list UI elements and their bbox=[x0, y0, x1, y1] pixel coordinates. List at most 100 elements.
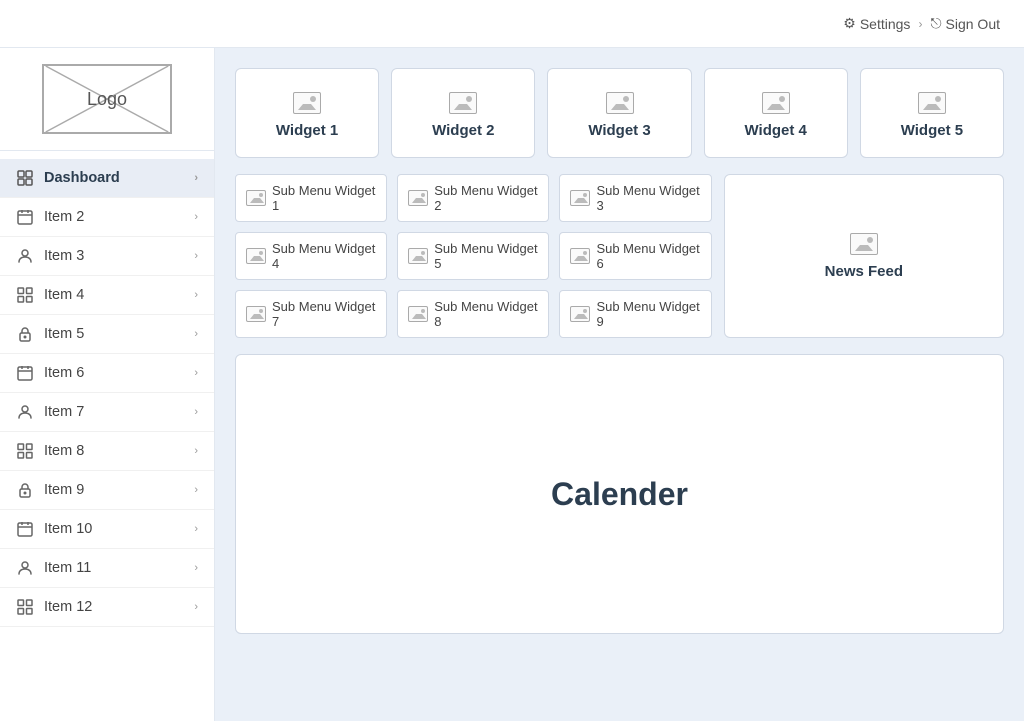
widget-image-icon-w2 bbox=[449, 92, 477, 114]
chevron-icon-item9: › bbox=[194, 484, 198, 496]
calendar-card[interactable]: Calender bbox=[235, 354, 1004, 634]
sidebar-item-item6[interactable]: Item 6› bbox=[0, 354, 214, 393]
topbar-separator: › bbox=[918, 17, 922, 31]
sub-widget-card-sw6[interactable]: Sub Menu Widget 6 bbox=[559, 232, 711, 280]
sub-widget-image-icon-sw7 bbox=[246, 306, 266, 322]
sub-widget-label-sw1: Sub Menu Widget 1 bbox=[272, 183, 376, 213]
sidebar-label-item3: Item 3 bbox=[44, 248, 194, 264]
person-icon bbox=[16, 403, 34, 421]
sidebar-item-item10[interactable]: Item 10› bbox=[0, 510, 214, 549]
sub-widget-label-sw8: Sub Menu Widget 8 bbox=[434, 299, 538, 329]
chevron-icon-item2: › bbox=[194, 211, 198, 223]
sidebar-item-item3[interactable]: Item 3› bbox=[0, 237, 214, 276]
logo-area: Logo bbox=[0, 48, 214, 151]
sub-widget-card-sw9[interactable]: Sub Menu Widget 9 bbox=[559, 290, 711, 338]
sub-widget-card-sw4[interactable]: Sub Menu Widget 4 bbox=[235, 232, 387, 280]
widget-image-icon-w1 bbox=[293, 92, 321, 114]
sidebar-label-item11: Item 11 bbox=[44, 560, 194, 576]
sidebar-label-dashboard: Dashboard bbox=[44, 170, 194, 186]
chevron-icon-item10: › bbox=[194, 523, 198, 535]
topbar: ⚙ Settings › ⎋ Sign Out bbox=[0, 0, 1024, 48]
widget-card-w5[interactable]: Widget 5 bbox=[860, 68, 1004, 158]
sub-widget-card-sw1[interactable]: Sub Menu Widget 1 bbox=[235, 174, 387, 222]
middle-section: Sub Menu Widget 1 Sub Menu Widget 2 Sub Me… bbox=[235, 174, 1004, 338]
chevron-icon-item5: › bbox=[194, 328, 198, 340]
sidebar-item-item2[interactable]: Item 2› bbox=[0, 198, 214, 237]
sub-widget-label-sw3: Sub Menu Widget 3 bbox=[596, 183, 700, 213]
sub-widget-label-sw9: Sub Menu Widget 9 bbox=[596, 299, 700, 329]
sidebar-item-item11[interactable]: Item 11› bbox=[0, 549, 214, 588]
chevron-icon-item6: › bbox=[194, 367, 198, 379]
calendar-icon bbox=[16, 520, 34, 538]
chevron-icon-item11: › bbox=[194, 562, 198, 574]
sidebar-label-item2: Item 2 bbox=[44, 209, 194, 225]
dashboard-icon bbox=[16, 169, 34, 187]
main-layout: Logo Dashboard›Item 2›Item 3›Item 4›Item… bbox=[0, 48, 1024, 721]
sub-widget-image-icon-sw8 bbox=[408, 306, 428, 322]
sub-widget-card-sw7[interactable]: Sub Menu Widget 7 bbox=[235, 290, 387, 338]
lock-icon bbox=[16, 325, 34, 343]
sub-widget-label-sw5: Sub Menu Widget 5 bbox=[434, 241, 538, 271]
sidebar-label-item9: Item 9 bbox=[44, 482, 194, 498]
calendar-label: Calender bbox=[551, 476, 688, 513]
widget-label-w2: Widget 2 bbox=[432, 122, 494, 139]
sidebar-item-item4[interactable]: Item 4› bbox=[0, 276, 214, 315]
chevron-icon-item3: › bbox=[194, 250, 198, 262]
sub-widget-image-icon-sw2 bbox=[408, 190, 428, 206]
sidebar-item-item12[interactable]: Item 12› bbox=[0, 588, 214, 627]
sub-widget-label-sw6: Sub Menu Widget 6 bbox=[596, 241, 700, 271]
sidebar-label-item6: Item 6 bbox=[44, 365, 194, 381]
person-icon bbox=[16, 247, 34, 265]
grid-icon bbox=[16, 442, 34, 460]
sidebar-label-item4: Item 4 bbox=[44, 287, 194, 303]
sidebar-item-item9[interactable]: Item 9› bbox=[0, 471, 214, 510]
signout-link[interactable]: ⎋ Sign Out bbox=[930, 15, 1000, 32]
sub-widget-label-sw7: Sub Menu Widget 7 bbox=[272, 299, 376, 329]
settings-link[interactable]: ⚙ Settings bbox=[843, 15, 910, 32]
widget-card-w4[interactable]: Widget 4 bbox=[704, 68, 848, 158]
sidebar-item-item5[interactable]: Item 5› bbox=[0, 315, 214, 354]
widget-card-w3[interactable]: Widget 3 bbox=[547, 68, 691, 158]
sidebar-label-item7: Item 7 bbox=[44, 404, 194, 420]
chevron-icon-item4: › bbox=[194, 289, 198, 301]
sub-widget-image-icon-sw5 bbox=[408, 248, 428, 264]
widget-card-w1[interactable]: Widget 1 bbox=[235, 68, 379, 158]
logo-text: Logo bbox=[87, 89, 127, 110]
widget-label-w3: Widget 3 bbox=[588, 122, 650, 139]
chevron-icon-dashboard: › bbox=[194, 172, 198, 184]
sub-widget-card-sw3[interactable]: Sub Menu Widget 3 bbox=[559, 174, 711, 222]
widget-card-w2[interactable]: Widget 2 bbox=[391, 68, 535, 158]
sidebar-item-dashboard[interactable]: Dashboard› bbox=[0, 159, 214, 198]
person-icon bbox=[16, 559, 34, 577]
news-feed-label: News Feed bbox=[825, 263, 903, 280]
widget-label-w4: Widget 4 bbox=[745, 122, 807, 139]
sub-widgets-grid: Sub Menu Widget 1 Sub Menu Widget 2 Sub Me… bbox=[235, 174, 712, 338]
lock-icon bbox=[16, 481, 34, 499]
sub-widget-image-icon-sw3 bbox=[570, 190, 590, 206]
news-feed-image-icon bbox=[850, 233, 878, 255]
sub-widget-card-sw5[interactable]: Sub Menu Widget 5 bbox=[397, 232, 549, 280]
sidebar-label-item10: Item 10 bbox=[44, 521, 194, 537]
sub-widget-image-icon-sw9 bbox=[570, 306, 590, 322]
grid-icon bbox=[16, 598, 34, 616]
sidebar-item-item7[interactable]: Item 7› bbox=[0, 393, 214, 432]
sidebar-label-item8: Item 8 bbox=[44, 443, 194, 459]
sub-widget-card-sw2[interactable]: Sub Menu Widget 2 bbox=[397, 174, 549, 222]
calendar-icon bbox=[16, 208, 34, 226]
gear-icon: ⚙ bbox=[843, 15, 856, 32]
calendar-icon bbox=[16, 364, 34, 382]
settings-label: Settings bbox=[860, 16, 911, 32]
widget-label-w1: Widget 1 bbox=[276, 122, 338, 139]
sub-widget-card-sw8[interactable]: Sub Menu Widget 8 bbox=[397, 290, 549, 338]
sub-widget-image-icon-sw1 bbox=[246, 190, 266, 206]
sidebar-nav: Dashboard›Item 2›Item 3›Item 4›Item 5›It… bbox=[0, 151, 214, 721]
news-feed-card[interactable]: News Feed bbox=[724, 174, 1004, 338]
sidebar-item-item8[interactable]: Item 8› bbox=[0, 432, 214, 471]
widget-image-icon-w4 bbox=[762, 92, 790, 114]
chevron-icon-item12: › bbox=[194, 601, 198, 613]
sidebar-label-item12: Item 12 bbox=[44, 599, 194, 615]
sidebar: Logo Dashboard›Item 2›Item 3›Item 4›Item… bbox=[0, 48, 215, 721]
widget-image-icon-w3 bbox=[606, 92, 634, 114]
content-area: Widget 1 Widget 2 Widget 3 Widget 4 Widget 5… bbox=[215, 48, 1024, 721]
sub-widget-label-sw4: Sub Menu Widget 4 bbox=[272, 241, 376, 271]
